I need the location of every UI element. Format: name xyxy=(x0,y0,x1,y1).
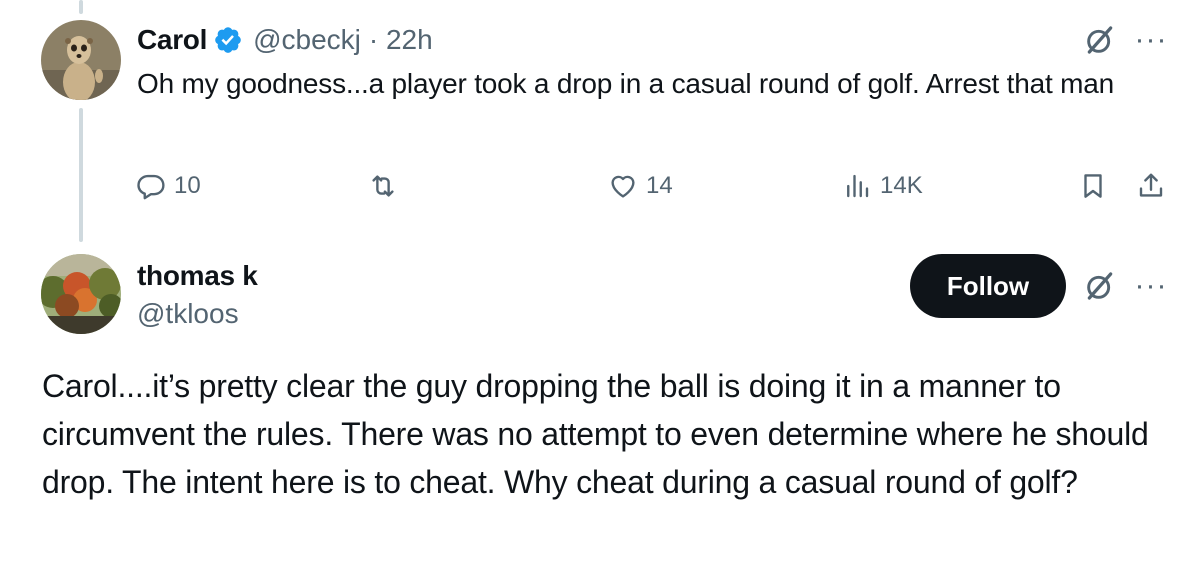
heart-icon xyxy=(611,175,635,198)
grok-icon[interactable] xyxy=(1082,22,1118,58)
avatar[interactable] xyxy=(41,254,121,334)
thread-line-top xyxy=(79,0,83,14)
like-action[interactable]: 14 xyxy=(608,164,673,208)
reply-text: Carol....it’s pretty clear the guy dropp… xyxy=(42,368,1149,500)
more-icon[interactable]: ··· xyxy=(1130,270,1172,302)
reply-author-handle[interactable]: @tkloos xyxy=(137,298,239,330)
tweet-actions: 10 14 14K xyxy=(136,164,1176,208)
reply-count: 10 xyxy=(174,172,201,199)
share-icon xyxy=(1139,173,1163,197)
views-count: 14K xyxy=(880,172,923,199)
reply-action[interactable]: 10 xyxy=(136,164,201,208)
bookmark-icon xyxy=(1084,174,1102,198)
author-name[interactable]: Carol xyxy=(137,24,207,56)
analytics-icon xyxy=(847,174,869,198)
like-count: 14 xyxy=(646,172,673,199)
verified-badge-icon xyxy=(213,25,243,55)
grok-icon[interactable] xyxy=(1082,268,1118,304)
meerkat-avatar-image xyxy=(41,20,121,100)
repost-icon xyxy=(372,175,394,197)
reply-author-name[interactable]: thomas k xyxy=(137,260,258,292)
reply-header: thomas k xyxy=(137,256,258,296)
thread-line-connector xyxy=(79,108,83,242)
more-icon[interactable]: ··· xyxy=(1130,24,1172,56)
bookmark-action[interactable] xyxy=(1078,164,1108,208)
autumn-trees-avatar-image xyxy=(41,254,121,334)
tweet-timestamp[interactable]: · 22h xyxy=(369,24,433,56)
follow-button[interactable]: Follow xyxy=(910,254,1066,318)
views-action[interactable]: 14K xyxy=(842,164,923,208)
share-action[interactable] xyxy=(1136,164,1166,208)
avatar[interactable] xyxy=(41,20,121,100)
tweet-text: Oh my goodness...a player took a drop in… xyxy=(137,68,1115,99)
repost-action[interactable] xyxy=(368,164,406,208)
tweet-header: Carol @cbeckj · 22h xyxy=(137,20,433,60)
reply-icon xyxy=(137,174,165,200)
author-handle[interactable]: @cbeckj xyxy=(253,24,361,56)
